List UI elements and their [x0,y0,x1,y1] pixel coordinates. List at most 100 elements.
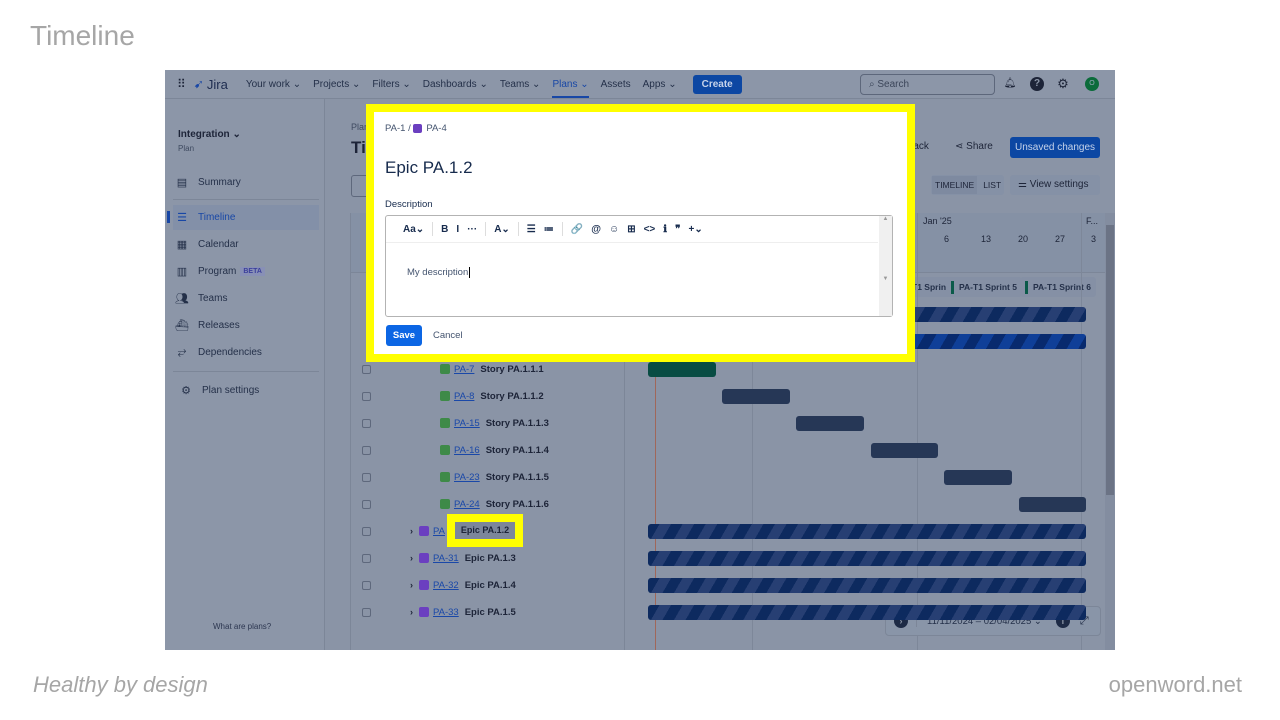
issue-key-link[interactable]: PA-7 [454,364,474,375]
scrollbar[interactable] [1105,213,1115,650]
issue-key-link[interactable]: PA-15 [454,418,480,429]
issue-row[interactable]: PA-23 Story PA.1.1.5 [351,467,549,487]
expand-chevron-icon[interactable]: › [410,526,413,536]
link-button[interactable]: 🔗 [571,224,583,235]
sidebar-item-dependencies[interactable]: ⥂ Dependencies [173,340,319,365]
nav-your-work[interactable]: Your work ⌄ [246,79,301,90]
what-are-plans-link[interactable]: What are plans? [213,622,271,631]
issue-key-link[interactable]: PA-33 [433,607,459,618]
issue-row[interactable]: PA-24 Story PA.1.1.6 [351,494,549,514]
save-button[interactable]: Save [386,325,422,346]
issue-title[interactable]: Story PA.1.1.3 [486,418,549,429]
app-switcher-icon[interactable]: ⠿ [177,77,186,91]
timeline-view-button[interactable]: TIMELINE [932,176,978,194]
table-button[interactable]: ⊞ [627,224,635,235]
issue-title[interactable]: Epic PA.1.5 [465,607,516,618]
row-checkbox[interactable] [362,607,371,617]
epic-bar[interactable] [648,578,1086,593]
issue-link[interactable]: PA-4 [426,123,446,134]
expand-chevron-icon[interactable]: › [410,553,413,563]
issue-key-link[interactable]: PA [433,526,445,537]
nav-assets[interactable]: Assets [601,79,631,90]
highlighted-epic-title[interactable]: Epic PA.1.2 [455,522,515,539]
nav-projects[interactable]: Projects ⌄ [313,79,360,90]
description-textarea[interactable]: My description [407,267,471,278]
row-checkbox[interactable] [362,364,371,374]
sidebar-item-program[interactable]: ▥ Program BETA [173,259,319,284]
issue-row[interactable]: › PA-32 Epic PA.1.4 [351,575,516,595]
story-bar[interactable] [796,416,864,431]
bullet-list-button[interactable]: ☰ [527,224,536,235]
row-checkbox[interactable] [362,526,371,536]
issue-key-link[interactable]: PA-24 [454,499,480,510]
jira-logo[interactable]: Jira [207,77,228,92]
row-checkbox[interactable] [362,391,371,401]
row-checkbox[interactable] [362,445,371,455]
bold-button[interactable]: B [441,224,448,235]
issue-title[interactable]: Epic PA.1.4 [465,580,516,591]
story-bar[interactable] [944,470,1012,485]
sidebar-item-teams[interactable]: 👥︎ Teams [173,286,319,311]
parent-link[interactable]: PA-1 [385,123,405,134]
issue-title[interactable]: Story PA.1.1.2 [480,391,543,402]
nav-plans[interactable]: Plans ⌄ [552,71,589,98]
plan-settings[interactable]: ⚙ Plan settings [173,378,319,403]
row-checkbox[interactable] [362,553,371,563]
epic-bar[interactable] [648,524,1086,539]
sidebar-item-releases[interactable]: ⛴︎ Releases [173,313,319,338]
issue-row[interactable]: › PA-31 Epic PA.1.3 [351,548,516,568]
numbered-list-button[interactable]: ≔ [544,224,554,235]
list-view-button[interactable]: LIST [977,176,1007,194]
more-formatting-button[interactable]: ··· [467,224,477,235]
sidebar-item-timeline[interactable]: ☰ Timeline [173,205,319,230]
row-checkbox[interactable] [362,472,371,482]
issue-row[interactable]: › PA-33 Epic PA.1.5 [351,602,516,622]
scrollbar-thumb[interactable] [1106,225,1114,495]
issue-title[interactable]: Story PA.1.1.1 [480,364,543,375]
mention-button[interactable]: @ [591,224,601,235]
issue-row[interactable]: PA-16 Story PA.1.1.4 [351,440,549,460]
settings-gear-icon[interactable]: ⚙ [1056,77,1070,91]
search-input[interactable]: ⌕ Search [860,74,995,95]
issue-key-link[interactable]: PA-23 [454,472,480,483]
sidebar-item-calendar[interactable]: ▦ Calendar [173,232,319,257]
issue-row[interactable]: PA-8 Story PA.1.1.2 [351,386,544,406]
code-button[interactable]: <> [644,224,656,235]
insert-button[interactable]: +⌄ [688,224,702,235]
nav-dashboards[interactable]: Dashboards ⌄ [423,79,488,90]
share-button[interactable]: ⋖ Share [955,141,993,152]
story-bar[interactable] [1019,497,1086,512]
text-style-button[interactable]: Aa⌄ [403,224,424,235]
expand-chevron-icon[interactable]: › [410,607,413,617]
nav-filters[interactable]: Filters ⌄ [372,79,410,90]
row-checkbox[interactable] [362,499,371,509]
expand-chevron-icon[interactable]: › [410,580,413,590]
sidebar-item-summary[interactable]: ▤ Summary [173,170,319,195]
issue-row[interactable]: PA-15 Story PA.1.1.3 [351,413,549,433]
row-checkbox[interactable] [362,580,371,590]
help-icon[interactable]: ? [1030,77,1044,91]
story-bar[interactable] [722,389,790,404]
issue-title[interactable]: Story PA.1.1.4 [486,445,549,456]
nav-apps[interactable]: Apps ⌄ [643,79,677,90]
notifications-icon[interactable]: 🔔︎ [1003,77,1017,91]
story-bar[interactable] [871,443,938,458]
issue-title[interactable]: Epic PA.1.3 [465,553,516,564]
info-panel-button[interactable]: ℹ [663,224,667,235]
quote-button[interactable]: ❞ [675,224,680,235]
issue-key-link[interactable]: PA-32 [433,580,459,591]
issue-row[interactable]: PA-7 Story PA.1.1.1 [351,359,544,379]
issue-key-link[interactable]: PA-16 [454,445,480,456]
plan-switcher[interactable]: Integration ⌄ [178,129,241,140]
sprint-chip[interactable]: PA-T1 Sprint 5 [946,277,1022,297]
epic-bar[interactable] [648,551,1086,566]
avatar[interactable]: O [1085,77,1099,91]
sprint-chip[interactable]: PA-T1 Sprint 6 [1020,277,1096,297]
description-editor[interactable]: Aa⌄ B I ··· A⌄ ☰ ≔ 🔗 @ ☺ ⊞ <> ℹ ❞ +⌄ My description ▲ ▼ [385,215,893,317]
story-bar[interactable] [648,362,716,377]
view-settings-button[interactable]: ⚌ View settings [1010,175,1100,195]
issue-key-link[interactable]: PA-31 [433,553,459,564]
italic-button[interactable]: I [456,224,459,235]
editor-scrollbar[interactable]: ▲ ▼ [879,216,892,316]
unsaved-changes-button[interactable]: Unsaved changes [1010,137,1100,158]
